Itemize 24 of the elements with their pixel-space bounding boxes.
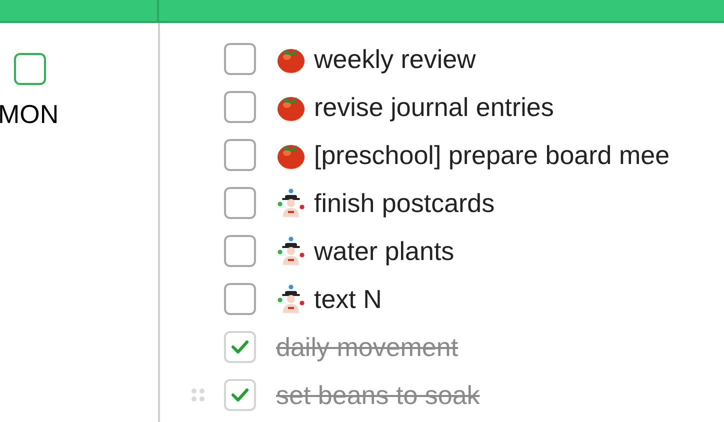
day-label: MON (0, 98, 60, 130)
task-text: revise journal entries (314, 91, 554, 123)
checkmark-icon (231, 388, 249, 402)
task-text: water plants (314, 235, 454, 267)
checkbox[interactable] (224, 331, 256, 363)
juggler-figure-icon (276, 284, 306, 314)
checkbox[interactable] (224, 43, 256, 75)
task-text: weekly review (314, 43, 476, 75)
checkmark-icon (231, 340, 249, 354)
task-text: finish postcards (314, 187, 495, 219)
checkbox[interactable] (224, 139, 256, 171)
day-checkbox[interactable] (14, 53, 46, 85)
checkbox[interactable] (224, 283, 256, 315)
task-text: set beans to soak (276, 379, 480, 411)
juggler-figure-icon (276, 188, 306, 218)
checkbox[interactable] (224, 187, 256, 219)
task-text: [preschool] prepare board mee (314, 139, 670, 171)
drag-handle-icon[interactable] (190, 387, 206, 403)
task-text: text N (314, 283, 382, 315)
juggler-figure-icon (276, 236, 306, 266)
checkbox[interactable] (224, 91, 256, 123)
task-text: daily movement (276, 331, 458, 363)
checkbox[interactable] (224, 235, 256, 267)
checkbox[interactable] (224, 379, 256, 411)
